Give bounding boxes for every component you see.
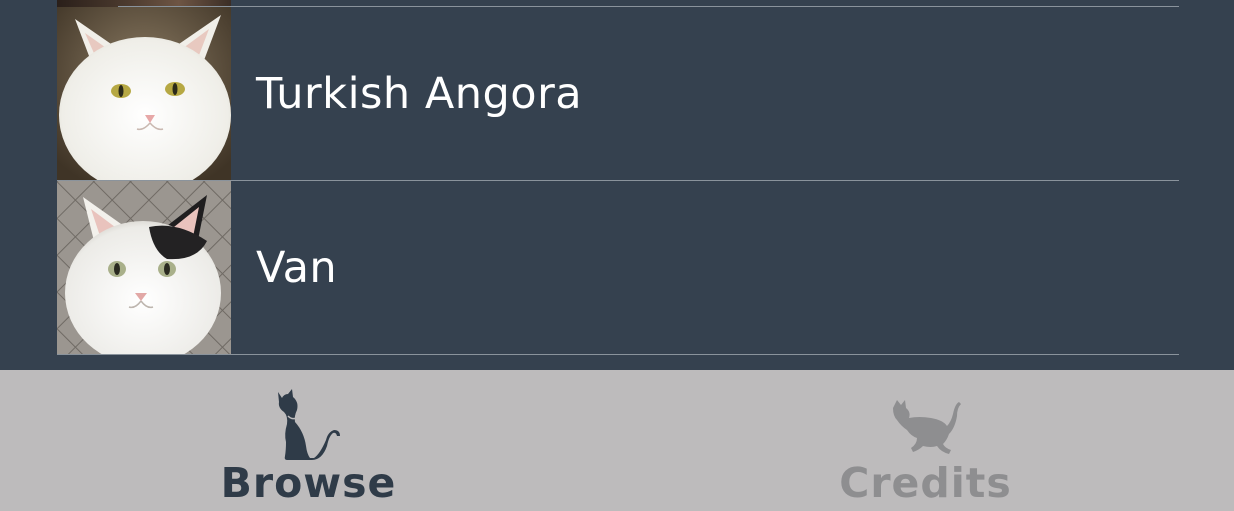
cat-thumbnail <box>57 7 231 180</box>
list-item-turkish-angora[interactable]: Turkish Angora <box>57 7 1179 180</box>
row-divider <box>57 354 1179 355</box>
breed-name: Turkish Angora <box>256 68 583 119</box>
cat-thumbnail <box>57 181 231 354</box>
tab-credits[interactable]: Credits <box>617 370 1234 511</box>
tab-browse[interactable]: Browse <box>0 370 617 511</box>
tab-bar: Browse Credits <box>0 370 1234 511</box>
list-item-van[interactable]: Van <box>57 181 1179 354</box>
tab-label: Browse <box>220 459 397 507</box>
tab-label: Credits <box>839 459 1012 507</box>
running-cat-icon <box>889 396 963 461</box>
breed-name: Van <box>256 242 338 293</box>
sitting-cat-icon <box>274 388 344 467</box>
breed-list[interactable]: Turkish Angora Van <box>0 0 1234 370</box>
app-screen: Turkish Angora Van Browse Credits <box>0 0 1234 511</box>
